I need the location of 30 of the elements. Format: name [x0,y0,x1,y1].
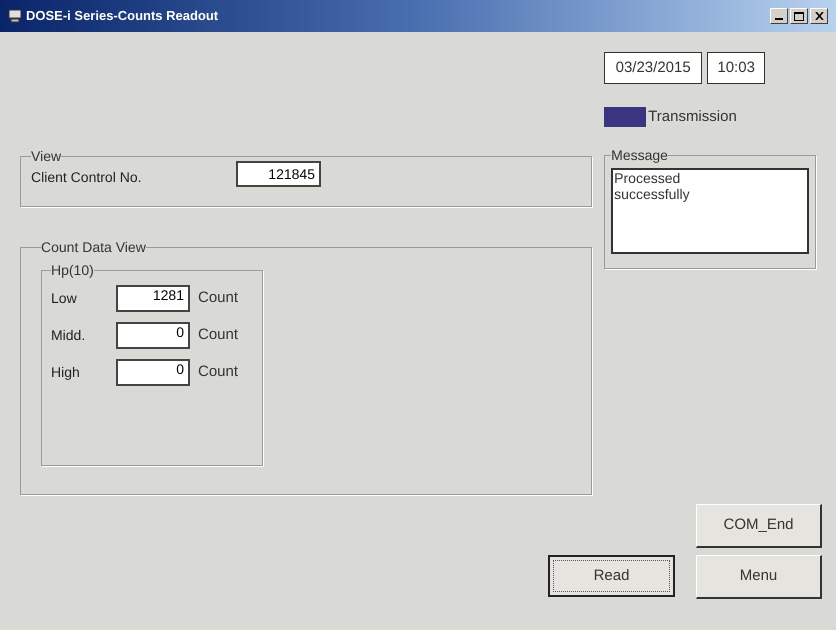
maximize-icon [794,12,804,20]
group-title: Message [611,146,668,165]
message-box: Processed successfully [611,168,809,254]
minimize-button[interactable] [770,8,788,24]
close-icon [814,12,824,20]
computer-icon [8,9,22,23]
maximize-button[interactable] [790,8,808,24]
unit-label: Count [198,288,238,308]
close-button[interactable] [810,8,828,24]
group-title: Count Data View [41,238,146,257]
action-button[interactable]: Menu [696,555,822,599]
unit-label: Count [198,362,238,382]
minimize-icon [775,18,783,20]
client-control-field[interactable]: 121845 [236,160,321,186]
group-title: Hp(10) [51,261,94,280]
transmission-label: Transmission [648,107,737,127]
row-label: Low [51,289,78,308]
field-label: Client Control No. [31,168,142,187]
window-title: DOSE-i Series-Counts Readout [26,7,218,26]
date-display: 03/23/2015 [604,52,702,84]
count-field[interactable]: 0 [116,359,190,386]
unit-label: Count [198,325,238,346]
row-label: High [51,363,81,382]
action-button[interactable]: COM_End [696,504,822,548]
row-label: Midd. [51,326,86,345]
count-field[interactable]: 0 [116,322,190,349]
action-button[interactable]: Read [548,555,675,597]
count-field[interactable]: 1281 [116,285,190,312]
time-display: 10:03 [707,52,766,84]
group-title: View [31,147,62,166]
